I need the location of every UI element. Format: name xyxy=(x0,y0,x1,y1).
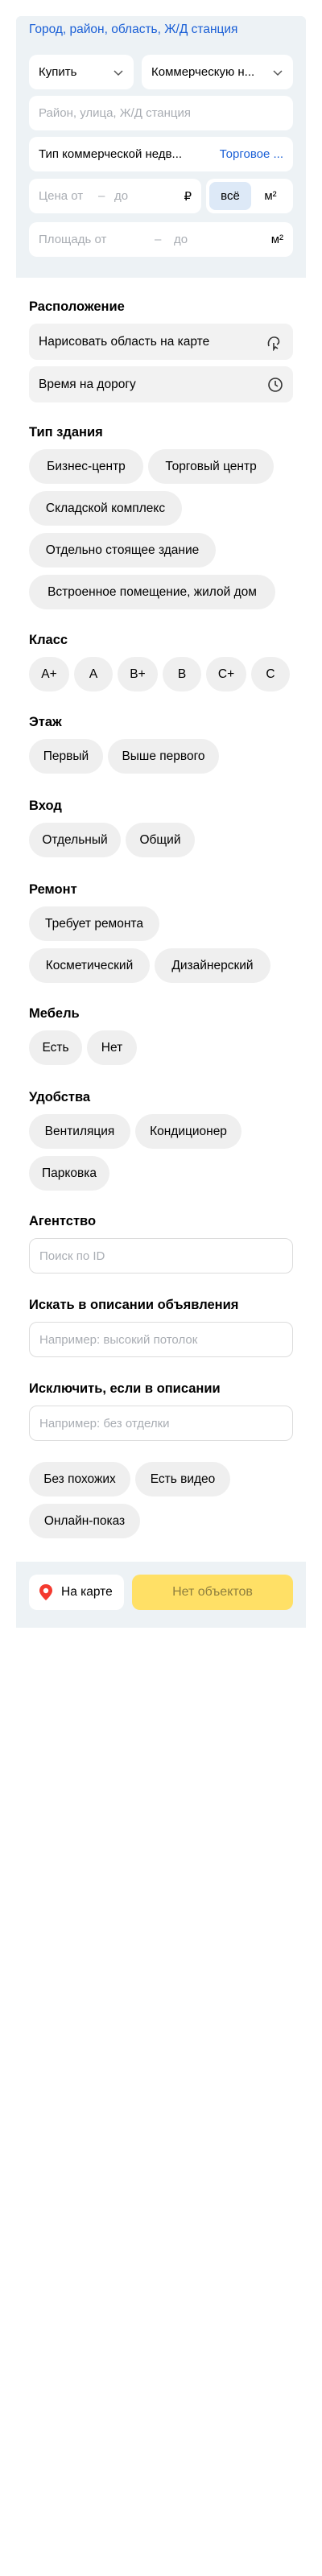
exclude-description-input[interactable]: Например: без отделки xyxy=(29,1406,293,1441)
amenities-title: Удобства xyxy=(29,1090,91,1104)
commercial-type-label: Тип коммерческой недв... xyxy=(39,147,183,161)
chip-class-c-plus[interactable]: C+ xyxy=(206,657,246,691)
entrance-title: Вход xyxy=(29,799,62,813)
property-type-value: Коммерческую н... xyxy=(151,65,255,79)
chevron-down-icon xyxy=(273,69,283,76)
search-description-placeholder: Например: высокий потолок xyxy=(39,1332,198,1347)
area-dash: – xyxy=(155,233,162,246)
property-type-select[interactable]: Коммерческую н... xyxy=(142,55,293,89)
price-unit-toggle[interactable]: всё м² xyxy=(206,179,293,213)
chip-class-b-plus[interactable]: B+ xyxy=(118,657,158,691)
chip-shopping-center[interactable]: Торговый центр xyxy=(148,449,274,484)
chip-ventilation[interactable]: Вентиляция xyxy=(29,1114,130,1149)
exclude-description-placeholder: Например: без отделки xyxy=(39,1416,170,1430)
currency-label: ₽ xyxy=(184,189,192,204)
chip-class-b[interactable]: B xyxy=(163,657,201,691)
building-type-title: Тип здания xyxy=(29,425,103,440)
chip-separate-entrance[interactable]: Отдельный xyxy=(29,823,121,857)
price-to: до xyxy=(114,189,129,203)
chip-class-c[interactable]: C xyxy=(251,657,290,691)
draw-area-label: Нарисовать область на карте xyxy=(39,334,210,349)
chip-parking[interactable]: Парковка xyxy=(29,1156,109,1191)
agency-id-placeholder: Поиск по ID xyxy=(39,1249,105,1263)
floor-title: Этаж xyxy=(29,715,62,729)
chip-first-floor[interactable]: Первый xyxy=(29,739,103,774)
price-dash: – xyxy=(98,189,105,203)
area-range[interactable]: Площадь от – до м² xyxy=(29,222,293,257)
address-input[interactable]: Район, улица, Ж/Д станция xyxy=(29,96,293,130)
deal-type-value: Купить xyxy=(39,65,77,79)
chevron-down-icon xyxy=(114,69,123,76)
furniture-title: Мебель xyxy=(29,1006,80,1021)
draw-area-icon xyxy=(267,336,280,351)
price-from: Цена от xyxy=(39,189,84,203)
location-link[interactable]: Город, район, область, Ж/Д станция xyxy=(29,23,237,37)
repair-title: Ремонт xyxy=(29,882,77,897)
chip-cosmetic-repair[interactable]: Косметический xyxy=(29,948,150,983)
chip-business-center[interactable]: Бизнес-центр xyxy=(29,449,143,484)
chip-furniture-yes[interactable]: Есть xyxy=(29,1030,82,1065)
unit-all-option[interactable]: всё xyxy=(209,182,251,210)
area-from: Площадь от xyxy=(39,233,107,246)
agency-title: Агентство xyxy=(29,1214,97,1228)
chip-has-video[interactable]: Есть видео xyxy=(135,1462,230,1496)
search-description-input[interactable]: Например: высокий потолок xyxy=(29,1322,293,1357)
class-title: Класс xyxy=(29,633,68,647)
address-placeholder: Район, улица, Ж/Д станция xyxy=(39,106,192,120)
chip-class-a-plus[interactable]: A+ xyxy=(29,657,69,691)
price-range[interactable]: Цена от – до ₽ xyxy=(29,179,201,213)
deal-type-select[interactable]: Купить xyxy=(29,55,134,89)
draw-area-button[interactable]: Нарисовать область на карте xyxy=(29,324,293,360)
show-on-map-label: На карте xyxy=(61,1585,113,1599)
commercial-type-select[interactable]: Тип коммерческой недв... Торговое ... xyxy=(29,137,293,171)
clock-icon xyxy=(268,377,283,392)
chip-online-showing[interactable]: Онлайн-показ xyxy=(29,1504,140,1538)
chip-standalone-building[interactable]: Отдельно стоящее здание xyxy=(29,533,216,568)
area-unit: м² xyxy=(270,233,283,246)
chip-shared-entrance[interactable]: Общий xyxy=(126,823,195,857)
chip-built-in-premises[interactable]: Встроенное помещение, жилой дом xyxy=(29,575,275,609)
chip-designer-repair[interactable]: Дизайнерский xyxy=(155,948,270,983)
chip-air-conditioner[interactable]: Кондиционер xyxy=(135,1114,242,1149)
show-objects-button[interactable]: Нет объектов xyxy=(132,1575,293,1610)
agency-id-input[interactable]: Поиск по ID xyxy=(29,1238,293,1274)
chip-furniture-no[interactable]: Нет xyxy=(87,1030,137,1065)
exclude-description-title: Исключить, если в описании xyxy=(29,1381,221,1396)
travel-time-button[interactable]: Время на дорогу xyxy=(29,366,293,402)
chip-warehouse[interactable]: Складской комплекс xyxy=(29,491,182,526)
chip-no-similar[interactable]: Без похожих xyxy=(29,1462,130,1496)
chip-class-a[interactable]: A xyxy=(74,657,113,691)
commercial-type-value: Торговое ... xyxy=(219,147,283,161)
unit-sqm-option[interactable]: м² xyxy=(251,189,290,203)
travel-time-label: Время на дорогу xyxy=(39,377,136,391)
chip-needs-repair[interactable]: Требует ремонта xyxy=(29,906,159,941)
chip-above-first[interactable]: Выше первого xyxy=(108,739,219,774)
show-objects-label: Нет объектов xyxy=(172,1585,253,1599)
map-pin-icon xyxy=(39,1584,52,1600)
area-to: до xyxy=(174,233,188,246)
show-on-map-button[interactable]: На карте xyxy=(29,1575,124,1610)
location-section-title: Расположение xyxy=(29,299,125,314)
search-description-title: Искать в описании объявления xyxy=(29,1298,239,1312)
